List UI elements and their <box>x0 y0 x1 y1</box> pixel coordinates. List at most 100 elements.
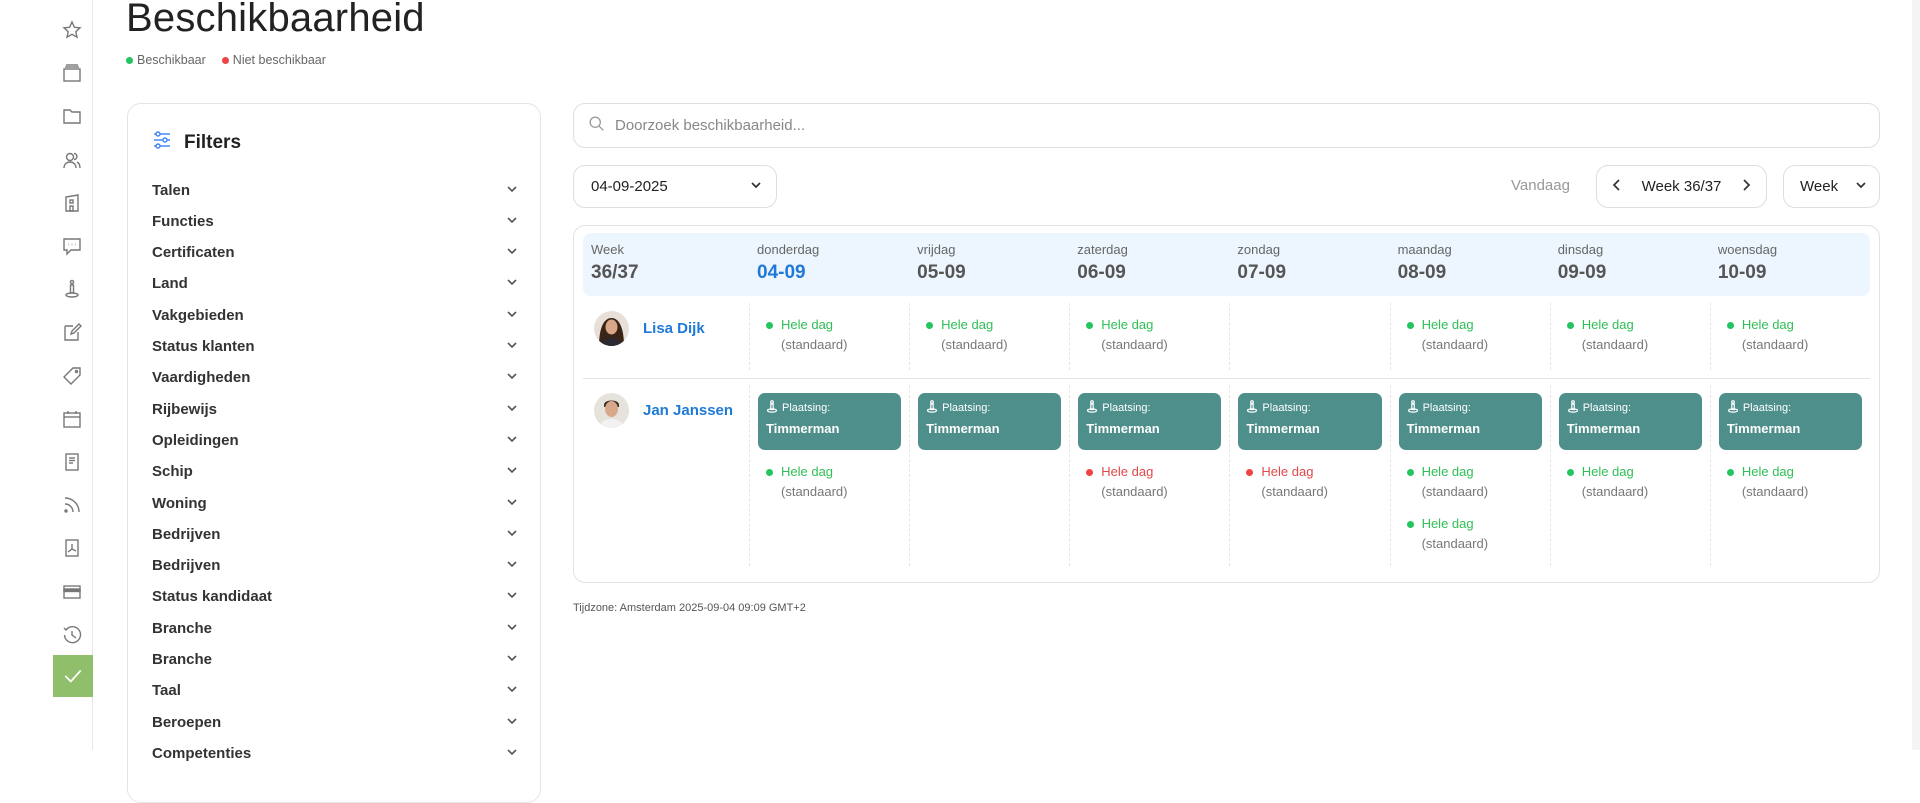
chevron-down-icon <box>506 275 518 292</box>
filter-beroepen[interactable]: Beroepen <box>152 710 518 734</box>
placement-card[interactable]: Plaatsing: Timmerman <box>1078 393 1222 450</box>
placement-card[interactable]: Plaatsing: Timmerman <box>1238 393 1382 450</box>
day-cell[interactable]: Plaatsing: Timmerman Hele dag (standaard) <box>749 385 909 566</box>
placement-value: Timmerman <box>1086 421 1160 436</box>
filters-title: Filters <box>184 132 242 153</box>
placement-label: Plaatsing: <box>1262 402 1311 414</box>
edit-icon[interactable] <box>56 316 88 348</box>
status-line: Hele dag <box>1246 462 1381 482</box>
filter-label: Beroepen <box>152 713 222 731</box>
placement-value: Timmerman <box>1246 421 1320 436</box>
day-cell[interactable]: Hele dag (standaard) <box>909 303 1069 370</box>
person-row: Jan Janssen Plaatsing: Timmerman Hele dag (s… <box>583 381 1870 566</box>
filter-branche[interactable]: Branche <box>152 616 518 640</box>
search-input[interactable] <box>615 117 1815 134</box>
filter-bedrijven[interactable]: Bedrijven <box>152 522 518 546</box>
search-field[interactable] <box>573 103 1880 148</box>
day-cell[interactable]: Plaatsing: Timmerman Hele dag (standaard) He… <box>1389 385 1550 566</box>
tag-icon[interactable] <box>56 360 88 392</box>
placement-card[interactable]: Plaatsing: Timmerman <box>918 393 1062 450</box>
chat-icon[interactable] <box>56 230 88 262</box>
week-header: Week 36/37 <box>583 233 749 296</box>
chevron-right-icon[interactable] <box>1740 178 1752 195</box>
day-cell[interactable]: Plaatsing: Timmerman Hele dag (standaard) <box>1069 385 1229 566</box>
chevron-down-icon <box>506 369 518 386</box>
placement-label-row: Plaatsing: <box>1086 400 1213 416</box>
filter-opleidingen[interactable]: Opleidingen <box>152 428 518 452</box>
day-cell[interactable]: Hele dag (standaard) <box>1389 303 1550 370</box>
check-icon[interactable] <box>53 655 93 697</box>
filter-label: Competenties <box>152 744 252 762</box>
placement-icon[interactable] <box>56 273 88 305</box>
filter-competenties[interactable]: Competenties <box>152 741 518 765</box>
filter-woning[interactable]: Woning <box>152 491 518 515</box>
filter-functies[interactable]: Functies <box>152 209 518 233</box>
person-name-link[interactable]: Jan Janssen <box>643 402 733 419</box>
chevron-left-icon[interactable] <box>1611 178 1623 195</box>
status-note: (standaard) <box>781 337 848 352</box>
placement-value: Timmerman <box>766 421 840 436</box>
person-name-link[interactable]: Lisa Dijk <box>643 320 705 337</box>
history-icon[interactable] <box>56 619 88 651</box>
status-label: Hele dag <box>1581 317 1634 332</box>
chevron-down-icon <box>506 526 518 543</box>
status-note: (standaard) <box>1261 484 1328 499</box>
filter-status-kandidaat[interactable]: Status kandidaat <box>152 585 518 609</box>
placement-label-row: Plaatsing: <box>766 400 893 416</box>
placement-label-row: Plaatsing: <box>1407 400 1534 416</box>
today-button[interactable]: Vandaag <box>1511 177 1570 194</box>
star-icon[interactable] <box>56 14 88 46</box>
day-cell[interactable] <box>1229 303 1389 370</box>
day-cell[interactable]: Plaatsing: Timmerman Hele dag (standaard) <box>1229 385 1389 566</box>
filter-talen[interactable]: Talen <box>152 178 518 202</box>
placement-card[interactable]: Plaatsing: Timmerman <box>1558 393 1702 450</box>
building-icon[interactable] <box>56 187 88 219</box>
calendar-icon[interactable] <box>56 403 88 435</box>
scrollbar-track[interactable] <box>1912 0 1920 750</box>
status-dot-icon <box>1406 468 1414 476</box>
filter-schip[interactable]: Schip <box>152 460 518 484</box>
archive-icon[interactable] <box>56 57 88 89</box>
status-dot-icon <box>1566 468 1574 476</box>
day-cell[interactable]: Hele dag (standaard) <box>1069 303 1229 370</box>
filter-label: Status kandidaat <box>152 588 273 606</box>
filter-branche[interactable]: Branche <box>152 648 518 672</box>
users-icon[interactable] <box>56 144 88 176</box>
status-label: Hele dag <box>1261 464 1314 479</box>
filter-vaardigheden[interactable]: Vaardigheden <box>152 366 518 390</box>
status-label: Hele dag <box>1101 464 1154 479</box>
placement-card[interactable]: Plaatsing: Timmerman <box>758 393 902 450</box>
pdf-icon[interactable] <box>56 532 88 564</box>
status-label: Hele dag <box>1421 516 1474 531</box>
filter-label: Certificaten <box>152 244 235 262</box>
week-navigator: Week 36/37 <box>1596 165 1767 208</box>
filter-land[interactable]: Land <box>152 272 518 296</box>
credit-card-icon[interactable] <box>56 576 88 608</box>
day-date: 08-09 <box>1397 262 1447 283</box>
day-cell[interactable]: Hele dag (standaard) <box>1549 303 1710 370</box>
status-line: Hele dag <box>1406 462 1542 482</box>
day-cell[interactable]: Plaatsing: Timmerman Hele dag (standaard) <box>1549 385 1710 566</box>
day-date: 10-09 <box>1717 262 1767 283</box>
placement-card[interactable]: Plaatsing: Timmerman <box>1718 393 1862 450</box>
rss-icon[interactable] <box>56 489 88 521</box>
day-cell[interactable]: Plaatsing: Timmerman Hele dag (standaard) <box>1709 385 1870 566</box>
filter-certificaten[interactable]: Certificaten <box>152 241 518 265</box>
filter-taal[interactable]: Taal <box>152 679 518 703</box>
day-cell[interactable]: Plaatsing: Timmerman <box>909 385 1069 566</box>
filter-rijbewijs[interactable]: Rijbewijs <box>152 397 518 421</box>
chevron-down-icon <box>506 244 518 261</box>
folder-icon[interactable] <box>56 100 88 132</box>
day-cell[interactable]: Hele dag (standaard) <box>1709 303 1870 370</box>
date-select[interactable]: 04-09-2025 <box>573 165 777 208</box>
filter-vakgebieden[interactable]: Vakgebieden <box>152 303 518 327</box>
filter-status-klanten[interactable]: Status klanten <box>152 335 518 359</box>
day-header: dinsdag 09-09 <box>1550 233 1710 296</box>
status-label: Hele dag <box>1741 464 1794 479</box>
document-icon[interactable] <box>56 446 88 478</box>
placement-card[interactable]: Plaatsing: Timmerman <box>1398 393 1542 450</box>
chevron-down-icon <box>506 495 518 512</box>
view-select[interactable]: Week <box>1783 165 1880 208</box>
day-cell[interactable]: Hele dag (standaard) <box>749 303 909 370</box>
filter-bedrijven[interactable]: Bedrijven <box>152 554 518 578</box>
